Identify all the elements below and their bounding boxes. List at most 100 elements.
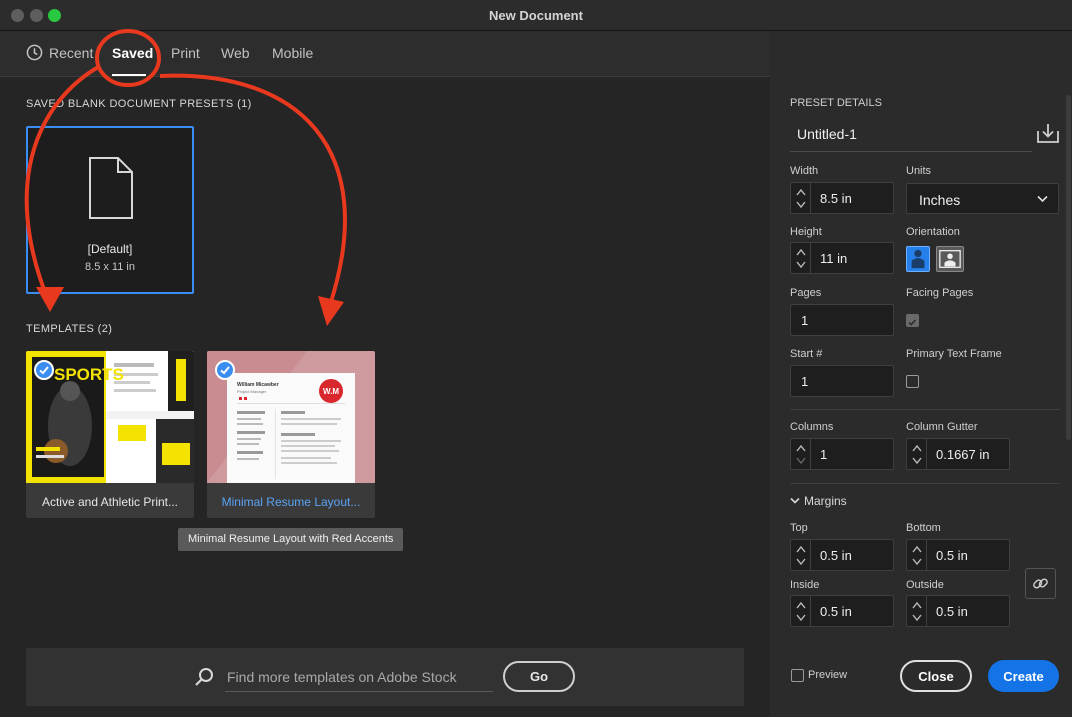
- top-margin-field[interactable]: 0.5 in: [790, 539, 894, 571]
- tab-recent[interactable]: Recent: [49, 45, 93, 61]
- create-button[interactable]: Create: [988, 660, 1059, 692]
- margins-toggle[interactable]: Margins: [790, 494, 847, 508]
- stepper-down-icon: [912, 614, 922, 622]
- pages-field[interactable]: 1: [790, 304, 894, 336]
- start-page-field[interactable]: 1: [790, 365, 894, 397]
- primary-text-frame-checkbox[interactable]: [906, 375, 919, 388]
- top-margin-value: 0.5 in: [820, 548, 852, 563]
- width-label: Width: [790, 165, 819, 177]
- stepper-down-icon: [912, 558, 922, 566]
- chain-link-icon: [1033, 578, 1048, 589]
- templates-heading: TEMPLATES (2): [26, 323, 112, 335]
- inside-margin-field[interactable]: 0.5 in: [790, 595, 894, 627]
- document-name-field[interactable]: Untitled-1: [790, 117, 1032, 152]
- clock-icon: [26, 44, 43, 61]
- bottom-margin-value: 0.5 in: [936, 548, 968, 563]
- portrait-orientation-button[interactable]: [906, 246, 930, 272]
- bottom-margin-label: Bottom: [906, 522, 941, 534]
- resume-monogram: W.M: [323, 387, 339, 396]
- stepper-down-icon: [796, 201, 806, 209]
- width-value: 8.5 in: [820, 191, 852, 206]
- width-stepper[interactable]: [791, 183, 811, 213]
- stepper-down-icon: [912, 457, 922, 465]
- save-preset-icon[interactable]: [1036, 122, 1060, 144]
- adobe-stock-search-bar: Go: [26, 648, 744, 706]
- search-icon: [195, 668, 213, 686]
- stock-search-input[interactable]: [225, 663, 493, 692]
- stepper-down-icon: [796, 558, 806, 566]
- outside-margin-field[interactable]: 0.5 in: [906, 595, 1010, 627]
- outside-margin-value: 0.5 in: [936, 604, 968, 619]
- template-check-icon: [215, 360, 235, 380]
- template-caption: Minimal Resume Layout...: [221, 495, 361, 509]
- preview-label: Preview: [808, 669, 848, 681]
- facing-pages-checkbox[interactable]: [906, 314, 919, 327]
- inside-margin-stepper[interactable]: [791, 596, 811, 626]
- outside-margin-stepper[interactable]: [907, 596, 927, 626]
- gutter-stepper[interactable]: [907, 439, 927, 469]
- columns-field[interactable]: 1: [790, 438, 894, 470]
- stepper-down-icon: [796, 261, 806, 269]
- template-tooltip: Minimal Resume Layout with Red Accents: [178, 528, 404, 551]
- bottom-margin-field[interactable]: 0.5 in: [906, 539, 1010, 571]
- tab-saved[interactable]: Saved: [112, 45, 153, 61]
- stepper-up-icon: [912, 601, 922, 609]
- preset-default-card[interactable]: [Default] 8.5 x 11 in: [26, 126, 194, 294]
- inside-margin-label: Inside: [790, 579, 820, 591]
- go-button[interactable]: Go: [503, 661, 575, 692]
- templates-heading-text: TEMPLATES: [26, 323, 95, 335]
- width-field[interactable]: 8.5 in: [790, 182, 894, 214]
- template-caption: Active and Athletic Print...: [41, 495, 179, 509]
- category-tabs: Recent Saved Print Web Mobile: [0, 31, 770, 77]
- checkmark-icon: [908, 319, 917, 326]
- link-margins-button[interactable]: [1025, 568, 1056, 599]
- top-margin-label: Top: [790, 522, 808, 534]
- stepper-down-icon: [796, 457, 806, 465]
- chevron-down-icon: [1037, 195, 1048, 203]
- resume-thumb-name: William Micawber: [237, 382, 279, 388]
- height-value: 11 in: [820, 251, 848, 266]
- facing-pages-label: Facing Pages: [906, 287, 974, 299]
- tab-print[interactable]: Print: [171, 45, 200, 61]
- units-label: Units: [906, 165, 932, 177]
- portrait-icon: [911, 249, 925, 269]
- presets-pane: Recent Saved Print Web Mobile SAVED BLAN…: [0, 31, 770, 717]
- active-tab-indicator: [112, 74, 146, 76]
- stepper-up-icon: [796, 188, 806, 196]
- template-card-resume[interactable]: W.M William Micawber Project Manager Min…: [207, 351, 375, 518]
- template-card-athletic[interactable]: SPORTS Active and Athletic Print...: [26, 351, 194, 518]
- column-gutter-field[interactable]: 0.1667 in: [906, 438, 1010, 470]
- landscape-orientation-button[interactable]: [936, 246, 964, 272]
- close-button[interactable]: Close: [900, 660, 972, 692]
- start-label: Start #: [790, 348, 823, 360]
- chevron-down-icon: [790, 497, 800, 504]
- title-bar: New Document: [0, 0, 1072, 31]
- units-select[interactable]: Inches: [906, 183, 1059, 214]
- tab-mobile[interactable]: Mobile: [272, 45, 313, 61]
- bottom-margin-stepper[interactable]: [907, 540, 927, 570]
- preview-checkbox[interactable]: [791, 669, 804, 682]
- template-thumb-title: SPORTS: [54, 365, 124, 384]
- margins-label: Margins: [804, 494, 847, 508]
- preset-size: 8.5 x 11 in: [85, 261, 135, 273]
- inside-margin-value: 0.5 in: [820, 604, 852, 619]
- stepper-up-icon: [796, 601, 806, 609]
- outside-margin-label: Outside: [906, 579, 944, 591]
- stepper-up-icon: [796, 444, 806, 452]
- preset-name: [Default]: [87, 242, 133, 256]
- height-stepper[interactable]: [791, 243, 811, 273]
- columns-label: Columns: [790, 421, 834, 433]
- preset-details-heading: PRESET DETAILS: [790, 97, 882, 109]
- details-scrollbar[interactable]: [1066, 95, 1071, 440]
- top-margin-stepper[interactable]: [791, 540, 811, 570]
- tab-web[interactable]: Web: [221, 45, 250, 61]
- orientation-label: Orientation: [906, 226, 960, 238]
- window-title: New Document: [489, 8, 583, 23]
- landscape-icon: [939, 250, 961, 268]
- columns-stepper[interactable]: [791, 439, 811, 469]
- stepper-down-icon: [796, 614, 806, 622]
- column-gutter-label: Column Gutter: [906, 421, 978, 433]
- units-value: Inches: [919, 192, 961, 208]
- stepper-up-icon: [796, 545, 806, 553]
- height-field[interactable]: 11 in: [790, 242, 894, 274]
